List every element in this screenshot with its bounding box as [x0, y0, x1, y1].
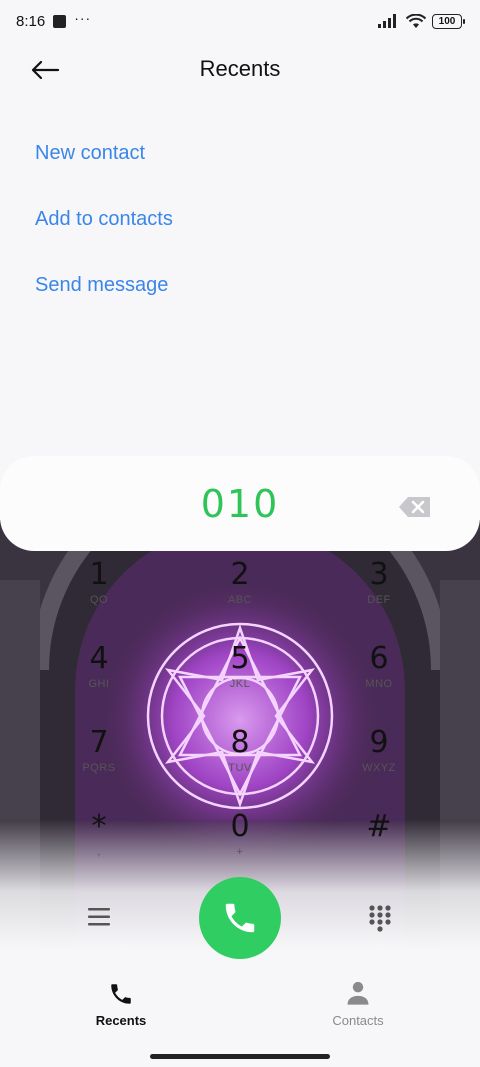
- key-7[interactable]: 7 PQRS: [39, 724, 159, 804]
- key-8[interactable]: 8 TUV: [180, 724, 300, 804]
- key-letters: QO: [89, 594, 109, 606]
- key-5[interactable]: 5 JKL: [180, 640, 300, 720]
- new-contact-link[interactable]: New contact: [35, 130, 173, 196]
- status-right: 100: [378, 13, 465, 29]
- status-time: 8:16: [16, 12, 46, 30]
- dialpad-button[interactable]: [368, 904, 392, 932]
- key-4[interactable]: 4 GHI: [39, 640, 159, 720]
- key-letters: PQRS: [82, 762, 116, 774]
- key-digit: 5: [230, 641, 250, 676]
- notification-icon: [53, 14, 67, 28]
- bottom-nav: Recents Contacts: [0, 975, 480, 1035]
- tab-contacts-label: Contacts: [332, 1013, 384, 1028]
- header: Recents: [0, 42, 480, 98]
- key-star[interactable]: * ,: [39, 808, 159, 888]
- menu-icon: [88, 908, 110, 926]
- send-message-link[interactable]: Send message: [35, 262, 173, 328]
- key-1[interactable]: 1 QO: [39, 556, 159, 636]
- key-digit: 7: [89, 725, 109, 760]
- key-letters: WXYZ: [362, 762, 396, 774]
- contacts-icon-wrap: [298, 975, 418, 1007]
- key-digit: 9: [369, 725, 389, 760]
- backspace-icon: [399, 497, 430, 517]
- dialed-number[interactable]: 010: [201, 482, 280, 526]
- key-digit: 1: [89, 557, 109, 592]
- key-digit: 4: [89, 641, 109, 676]
- key-0[interactable]: 0 +: [180, 808, 300, 888]
- tab-recents-label: Recents: [95, 1013, 147, 1028]
- key-letters: ABC: [227, 594, 253, 606]
- key-digit: #: [366, 809, 392, 844]
- key-letters: TUV: [228, 762, 252, 774]
- key-letters: MNO: [365, 678, 393, 690]
- signal-icon: [378, 14, 396, 28]
- backspace-button[interactable]: [398, 496, 432, 518]
- person-icon: [347, 981, 369, 1005]
- key-digit: 3: [369, 557, 389, 592]
- tab-contacts[interactable]: Contacts: [298, 975, 418, 1028]
- key-digit: 0: [230, 809, 250, 844]
- tab-recents[interactable]: Recents: [61, 975, 181, 1028]
- key-6[interactable]: 6 MNO: [319, 640, 439, 720]
- status-left: 8:16 ···: [16, 10, 92, 30]
- more-notifications-icon: ···: [74, 10, 92, 26]
- battery-icon: 100: [432, 13, 465, 29]
- key-hash[interactable]: #: [319, 808, 439, 888]
- phone-icon: [225, 903, 255, 933]
- number-display: 010: [0, 456, 480, 551]
- key-3[interactable]: 3 DEF: [319, 556, 439, 636]
- key-letters: +: [236, 846, 244, 858]
- wifi-icon: [406, 13, 426, 28]
- key-letters: GHI: [88, 678, 110, 690]
- key-letters: DEF: [367, 594, 391, 606]
- phone-icon: [111, 984, 131, 1004]
- menu-button[interactable]: [86, 905, 114, 929]
- page-title: Recents: [199, 56, 281, 81]
- dialpad-icon: [369, 905, 391, 932]
- key-digit: 6: [369, 641, 389, 676]
- action-list: New contact Add to contacts Send message: [35, 130, 173, 328]
- home-indicator[interactable]: [150, 1054, 330, 1059]
- recents-icon-wrap: [61, 975, 181, 1007]
- call-button[interactable]: [199, 877, 281, 959]
- key-digit: 8: [230, 725, 250, 760]
- status-bar: 8:16 ··· 100: [0, 0, 480, 42]
- key-letters: ,: [97, 846, 101, 858]
- key-9[interactable]: 9 WXYZ: [319, 724, 439, 804]
- key-digit: 2: [230, 557, 250, 592]
- key-2[interactable]: 2 ABC: [180, 556, 300, 636]
- add-to-contacts-link[interactable]: Add to contacts: [35, 196, 173, 262]
- key-letters: JKL: [229, 678, 251, 690]
- key-digit: *: [91, 809, 107, 844]
